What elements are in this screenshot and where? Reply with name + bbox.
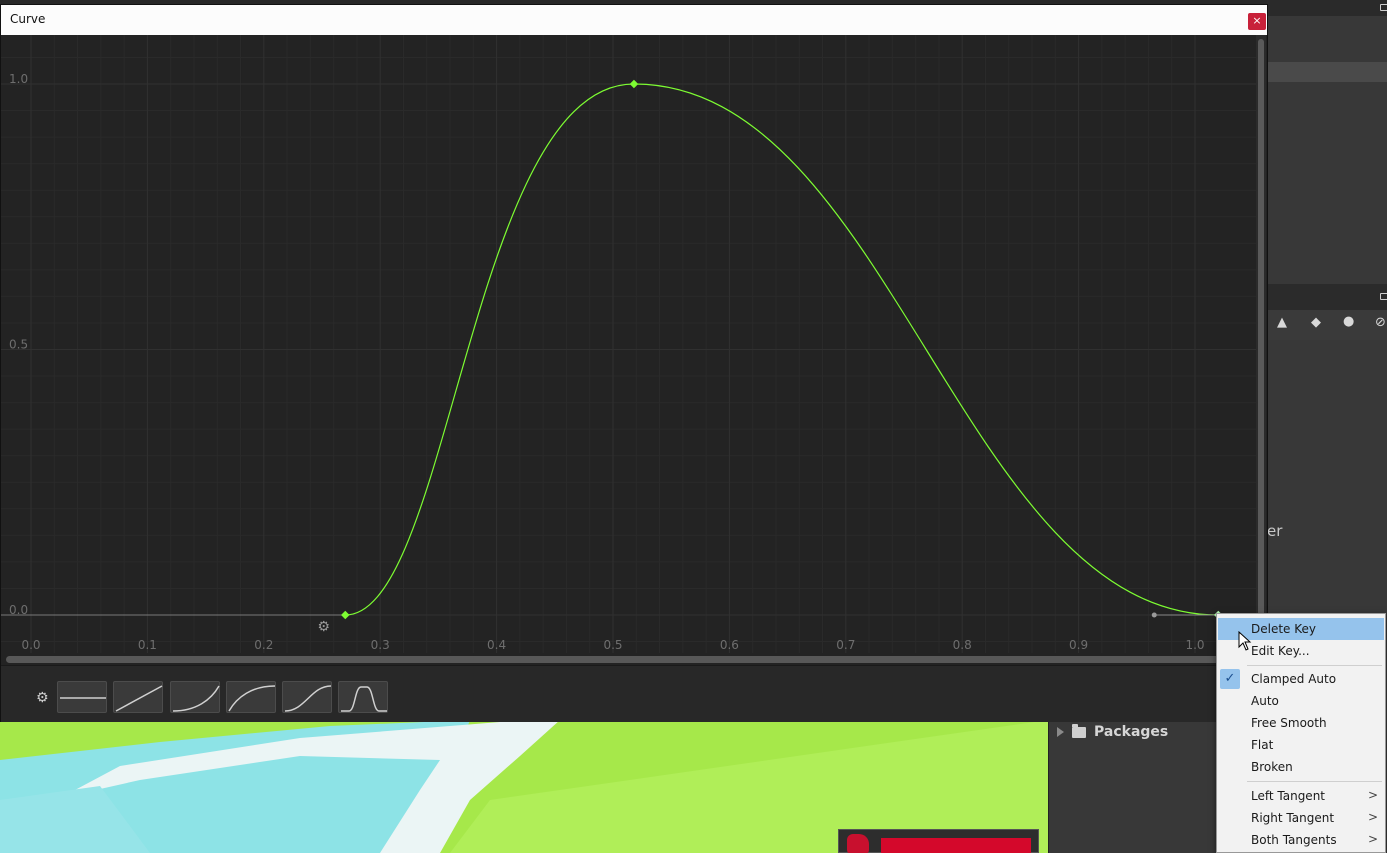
preset-bell[interactable] <box>338 681 388 713</box>
heart-icon <box>847 834 869 853</box>
mouse-cursor-icon <box>1238 631 1252 651</box>
vertical-scrollbar[interactable] <box>1256 35 1266 659</box>
project-panel-header <box>1267 284 1387 310</box>
lock-icon[interactable] <box>1380 4 1387 11</box>
submenu-arrow-icon: > <box>1368 788 1379 802</box>
folder-icon <box>1072 723 1086 738</box>
menu-item-both-tangents[interactable]: Both Tangents > <box>1218 829 1384 851</box>
menu-item-label: Edit Key... <box>1251 644 1310 658</box>
hidden-icon[interactable]: ⊘ <box>1375 315 1386 330</box>
packages-folder[interactable]: Packages <box>1057 723 1169 740</box>
menu-item-label: Broken <box>1251 760 1293 774</box>
scrollbar-thumb[interactable] <box>6 656 1251 663</box>
preset-linear[interactable] <box>113 681 163 713</box>
expand-arrow-icon[interactable] <box>1057 727 1064 737</box>
menu-item-label: Flat <box>1251 738 1274 752</box>
menu-item-left-tangent[interactable]: Left Tangent > <box>1218 785 1384 807</box>
horizontal-scrollbar[interactable] <box>1 653 1257 665</box>
x-axis-label: 0.9 <box>1069 638 1088 652</box>
x-axis-label: 1.0 <box>1185 638 1204 652</box>
menu-item-label: Free Smooth <box>1251 716 1327 730</box>
tangent-handle-point <box>1151 612 1157 618</box>
hierarchy-header <box>1267 0 1387 16</box>
window-title: Curve <box>10 12 46 26</box>
submenu-arrow-icon: > <box>1368 832 1379 846</box>
curve-graph-svg[interactable]: 1.00.50.00.0 0.1 0.2 0.3 0.4 0.5 0.6 0.7 0.8 0.9 1… <box>1 35 1257 659</box>
curve-window: Curve × 1.0 0.5 0.0 0.0 0.1 0.2 0.3 0.4 0.5 0.6 0.… <box>0 4 1268 722</box>
x-axis-label: 0.4 <box>487 638 506 652</box>
gear-icon[interactable]: ⚙ <box>36 690 49 706</box>
scrollbar-thumb[interactable] <box>1258 39 1264 649</box>
x-axis-label: 0.2 <box>254 638 273 652</box>
warning-icon[interactable]: ● <box>1343 314 1354 329</box>
menu-item-flat[interactable]: Flat <box>1218 734 1384 756</box>
menu-separator <box>1247 781 1382 782</box>
menu-item-label: Clamped Auto <box>1251 672 1337 686</box>
x-axis-label: 0.0 <box>21 638 40 652</box>
menu-item-label: Right Tangent <box>1251 811 1335 825</box>
hierarchy-row[interactable] <box>1267 62 1387 82</box>
menu-item-auto[interactable]: Auto <box>1218 690 1384 712</box>
editor-root: ▲ ◆ ● ⊘ er Packages Curve × 1.0 0.5 0.0 … <box>0 0 1387 853</box>
health-bar-widget <box>838 829 1039 853</box>
x-axis-label: 0.1 <box>138 638 157 652</box>
x-axis-label: 0.5 <box>603 638 622 652</box>
shapes-icon[interactable]: ▲ <box>1277 315 1287 330</box>
x-axis-label: 0.3 <box>371 638 390 652</box>
x-axis-label: 0.6 <box>720 638 739 652</box>
lock-icon[interactable] <box>1380 293 1387 300</box>
menu-item-free-smooth[interactable]: Free Smooth <box>1218 712 1384 734</box>
menu-item-clamped-auto[interactable]: ✓ Clamped Auto <box>1218 668 1384 690</box>
health-bar-fill <box>881 838 1031 853</box>
menu-item-right-tangent[interactable]: Right Tangent > <box>1218 807 1384 829</box>
checkmark-icon: ✓ <box>1220 669 1240 689</box>
menu-item-label: Delete Key <box>1251 622 1316 636</box>
preset-ease-out[interactable] <box>226 681 276 713</box>
preset-ease-in[interactable] <box>170 681 220 713</box>
y-axis-label: 1.0 <box>9 72 28 86</box>
x-axis-label: 0.7 <box>836 638 855 652</box>
curve-key[interactable] <box>629 79 639 89</box>
submenu-arrow-icon: > <box>1368 810 1379 824</box>
menu-item-label: Left Tangent <box>1251 789 1326 803</box>
project-panel: Packages <box>1048 720 1218 853</box>
x-axis-label: 0.8 <box>953 638 972 652</box>
curve-titlebar[interactable]: Curve × <box>1 5 1267 35</box>
curve-graph[interactable]: 1.0 0.5 0.0 0.0 0.1 0.2 0.3 0.4 0.5 0.6 0.7 0.8 0.9 1… <box>1 35 1267 659</box>
close-button[interactable]: × <box>1248 13 1266 30</box>
menu-separator <box>1247 665 1382 666</box>
partial-label: er <box>1267 522 1283 540</box>
tag-icon[interactable]: ◆ <box>1311 315 1321 330</box>
preset-ease-in-out[interactable] <box>282 681 332 713</box>
project-toolbar: ▲ ◆ ● ⊘ <box>1267 310 1387 340</box>
preset-constant[interactable] <box>57 681 107 713</box>
y-axis-label: 0.5 <box>9 338 28 352</box>
packages-label: Packages <box>1094 724 1169 740</box>
menu-item-broken[interactable]: Broken <box>1218 756 1384 778</box>
menu-item-label: Auto <box>1251 694 1279 708</box>
curve-key[interactable] <box>341 610 350 620</box>
menu-item-label: Both Tangents <box>1251 833 1337 847</box>
gear-icon[interactable]: ⚙ <box>317 619 330 635</box>
preset-bar: ⚙ <box>1 665 1267 722</box>
